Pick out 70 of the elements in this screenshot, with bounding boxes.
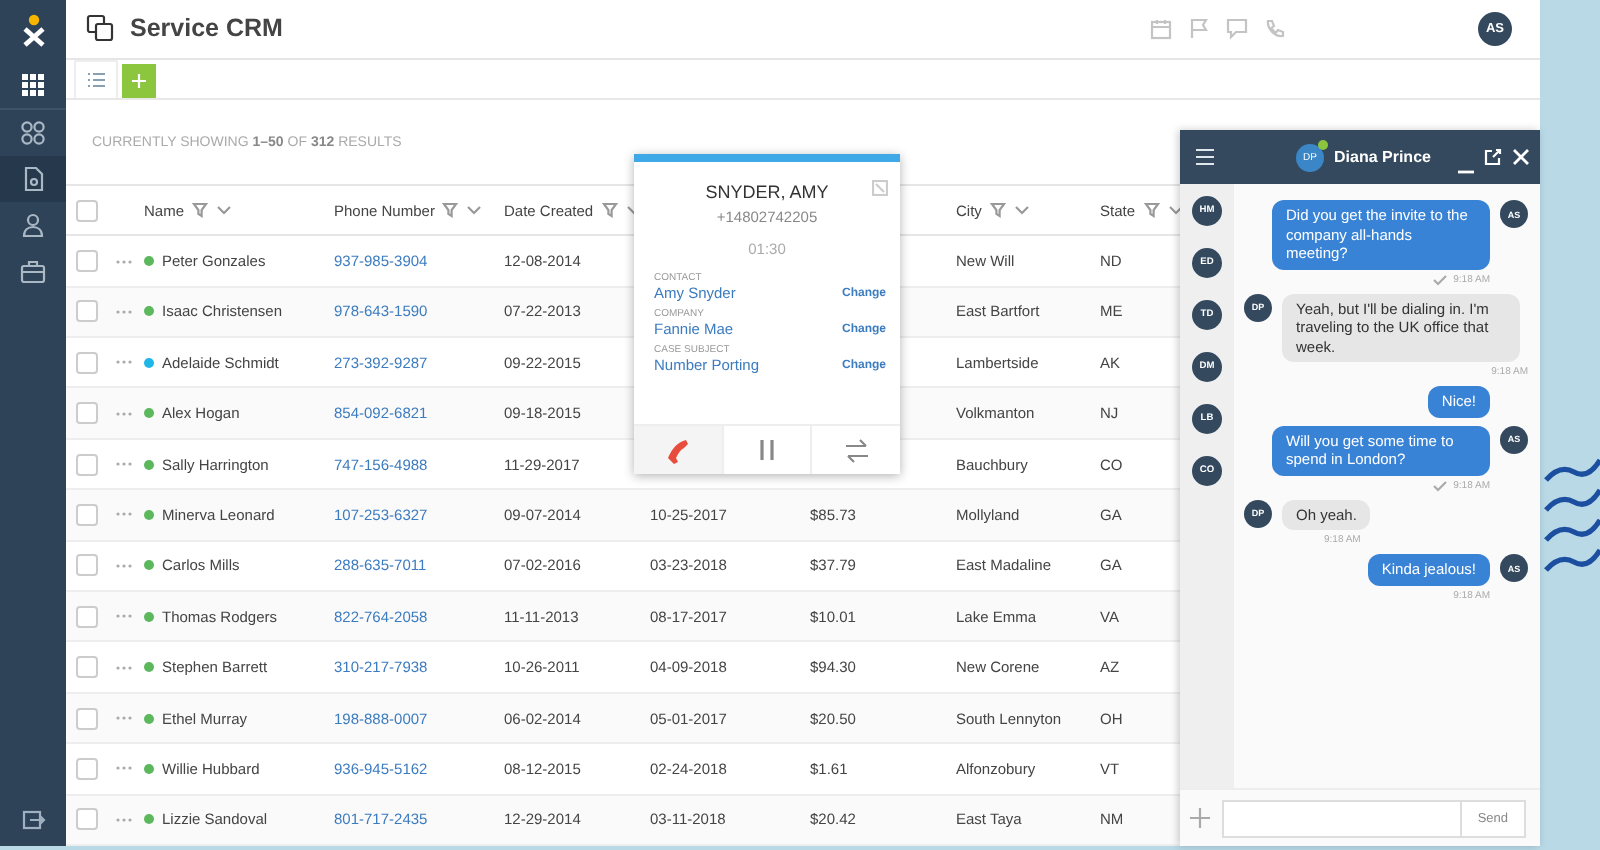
chat-icon [1226,17,1248,40]
hang-up-button[interactable] [634,426,722,474]
row-menu-icon[interactable] [116,462,132,467]
windows-icon [86,14,114,43]
calendar-icon [1150,17,1172,40]
external-window-icon [1484,148,1502,166]
document-icon [20,166,46,192]
add-tab-button[interactable] [122,64,156,99]
row-checkbox[interactable] [76,808,98,831]
row-checkbox[interactable] [76,605,98,628]
minimize-button[interactable] [1458,170,1474,174]
apps-grid-icon [20,71,46,97]
briefcase-icon [20,258,46,284]
contact-name: Diana Prince [1334,148,1431,166]
row-menu-icon[interactable] [116,716,132,721]
transfer-button[interactable] [812,426,901,474]
hold-button[interactable] [721,426,813,474]
person-icon [20,212,46,238]
chevron-down-icon [216,202,233,219]
pop-out-button[interactable] [1484,148,1502,166]
filter-icon [601,202,618,219]
row-menu-icon[interactable] [116,411,132,416]
row-checkbox[interactable] [76,707,98,730]
row-menu-icon[interactable] [116,563,132,568]
row-menu-icon[interactable] [116,614,132,619]
row-checkbox[interactable] [76,757,98,780]
close-button[interactable] [1512,148,1530,166]
hamburger-icon [1194,146,1216,168]
app-title: Service CRM [130,14,283,43]
filter-icon [989,202,1006,219]
row-menu-icon[interactable] [116,665,132,670]
flag-icon [1188,17,1210,40]
chevron-down-icon [466,202,483,219]
sign-out-icon [21,810,45,830]
check-icon [1431,273,1448,285]
chevron-down-icon [1013,202,1030,219]
phone-icon [664,436,691,464]
check-icon [1431,479,1448,491]
phone-icon [1264,17,1286,40]
row-menu-icon[interactable] [116,309,132,314]
sidebar-item[interactable] [0,156,66,202]
menu-icon[interactable] [1194,146,1216,168]
row-checkbox[interactable] [76,351,98,374]
caller-name: SNYDER, AMY [705,182,829,202]
row-menu-icon[interactable] [116,512,132,517]
row-checkbox[interactable] [76,250,98,272]
row-checkbox[interactable] [76,503,98,526]
pause-icon [756,438,778,462]
attach-button[interactable] [1190,808,1210,828]
list-icon [86,70,106,91]
row-checkbox[interactable] [76,554,98,577]
row-checkbox[interactable] [76,300,98,323]
close-icon [1512,148,1530,166]
row-menu-icon[interactable] [116,817,132,822]
row-menu-icon[interactable] [116,360,132,365]
row-menu-icon[interactable] [116,766,132,771]
circles-icon [20,120,46,146]
row-checkbox[interactable] [76,402,98,425]
row-checkbox[interactable] [76,453,98,476]
transfer-icon [843,437,870,463]
filter-icon [1143,202,1160,219]
row-checkbox[interactable] [76,656,98,679]
list-tab[interactable] [74,60,118,99]
plus-icon [1190,808,1210,828]
filter-icon [192,202,209,219]
minimize-icon [1458,170,1474,174]
plus-icon [130,72,148,91]
minimize-icon [872,180,888,196]
filter-icon [442,202,459,219]
select-all-checkbox[interactable] [76,199,98,222]
